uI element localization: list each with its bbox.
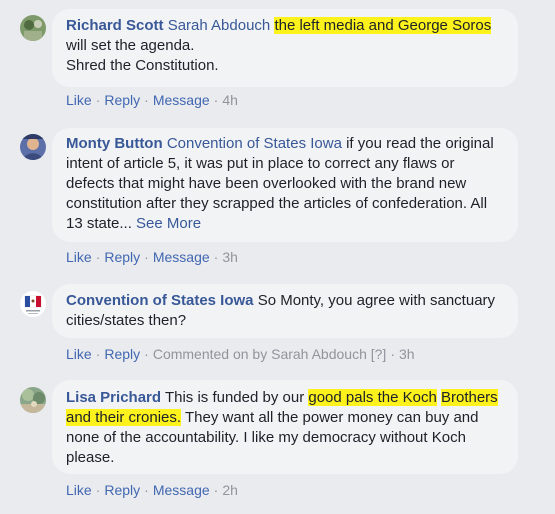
separator-dot: · xyxy=(95,92,101,108)
mentioned-page[interactable]: Convention of States Iowa xyxy=(167,135,342,152)
comment-author[interactable]: Lisa Prichard xyxy=(66,389,161,406)
separator-dot: · xyxy=(95,249,101,265)
reply-link[interactable]: Reply xyxy=(104,249,140,265)
separator-dot: · xyxy=(95,346,101,362)
comment-actions: Like · Reply · Commented on by Sarah Abdouch… xyxy=(66,345,415,363)
comment-text: will set the agenda. xyxy=(66,37,195,54)
separator-dot: · xyxy=(144,92,149,108)
message-link[interactable]: Message xyxy=(153,482,210,498)
reply-link[interactable]: Reply xyxy=(104,346,140,362)
see-more-link[interactable]: See More xyxy=(136,215,201,232)
comment-actions: Like · Reply · Message · 3h xyxy=(66,248,238,266)
avatar[interactable] xyxy=(20,291,46,317)
avatar[interactable] xyxy=(20,15,46,41)
reply-link[interactable]: Reply xyxy=(104,482,140,498)
comment-actions: Like · Reply · Message · 4h xyxy=(66,91,238,109)
comment-author[interactable]: Convention of States Iowa xyxy=(66,292,254,309)
like-link[interactable]: Like xyxy=(66,346,92,362)
like-link[interactable]: Like xyxy=(66,92,92,108)
lisa-prichard-avatar-image xyxy=(20,387,46,413)
highlighted-text: good pals the Koch xyxy=(308,389,437,406)
reply-link[interactable]: Reply xyxy=(104,92,140,108)
separator-dot: · xyxy=(144,482,149,498)
help-link[interactable]: [?] xyxy=(371,346,387,362)
separator-dot: · xyxy=(213,482,219,498)
comment-text: This is funded by our xyxy=(164,389,309,406)
message-link[interactable]: Message xyxy=(153,92,210,108)
commented-on-by[interactable]: Commented on by Sarah Abdouch xyxy=(153,346,367,362)
message-link[interactable]: Message xyxy=(153,249,210,265)
separator-dot: · xyxy=(213,92,219,108)
timestamp[interactable]: 2h xyxy=(222,482,238,498)
comment-bubble: Convention of States Iowa So Monty, you … xyxy=(52,284,518,338)
comment-text-line: Shred the Constitution. xyxy=(66,57,219,74)
separator-dot: · xyxy=(144,249,149,265)
comment-actions: Like · Reply · Message · 2h xyxy=(66,481,238,499)
separator-dot: · xyxy=(213,249,219,265)
comment-author[interactable]: Richard Scott xyxy=(66,17,164,34)
highlighted-text: the left media and George Soros xyxy=(274,17,492,34)
separator-dot: · xyxy=(390,346,395,362)
mentioned-name[interactable]: Sarah Abdouch xyxy=(168,17,271,34)
comment-bubble: Richard Scott Sarah Abdouch the left med… xyxy=(52,9,518,87)
like-link[interactable]: Like xyxy=(66,482,92,498)
separator-dot: · xyxy=(144,346,149,362)
timestamp[interactable]: 4h xyxy=(222,92,238,108)
comment-author[interactable]: Monty Button xyxy=(66,135,163,152)
separator-dot: · xyxy=(95,482,101,498)
like-link[interactable]: Like xyxy=(66,249,92,265)
monty-button-avatar-image xyxy=(20,134,46,160)
avatar[interactable] xyxy=(20,387,46,413)
convention-of-states-logo-image xyxy=(20,291,46,317)
timestamp[interactable]: 3h xyxy=(222,249,238,265)
avatar[interactable] xyxy=(20,134,46,160)
comment-bubble: Lisa Prichard This is funded by our good… xyxy=(52,380,518,474)
comment-bubble: Monty Button Convention of States Iowa i… xyxy=(52,128,518,242)
timestamp[interactable]: 3h xyxy=(399,346,415,362)
richard-scott-avatar-image xyxy=(20,15,46,41)
